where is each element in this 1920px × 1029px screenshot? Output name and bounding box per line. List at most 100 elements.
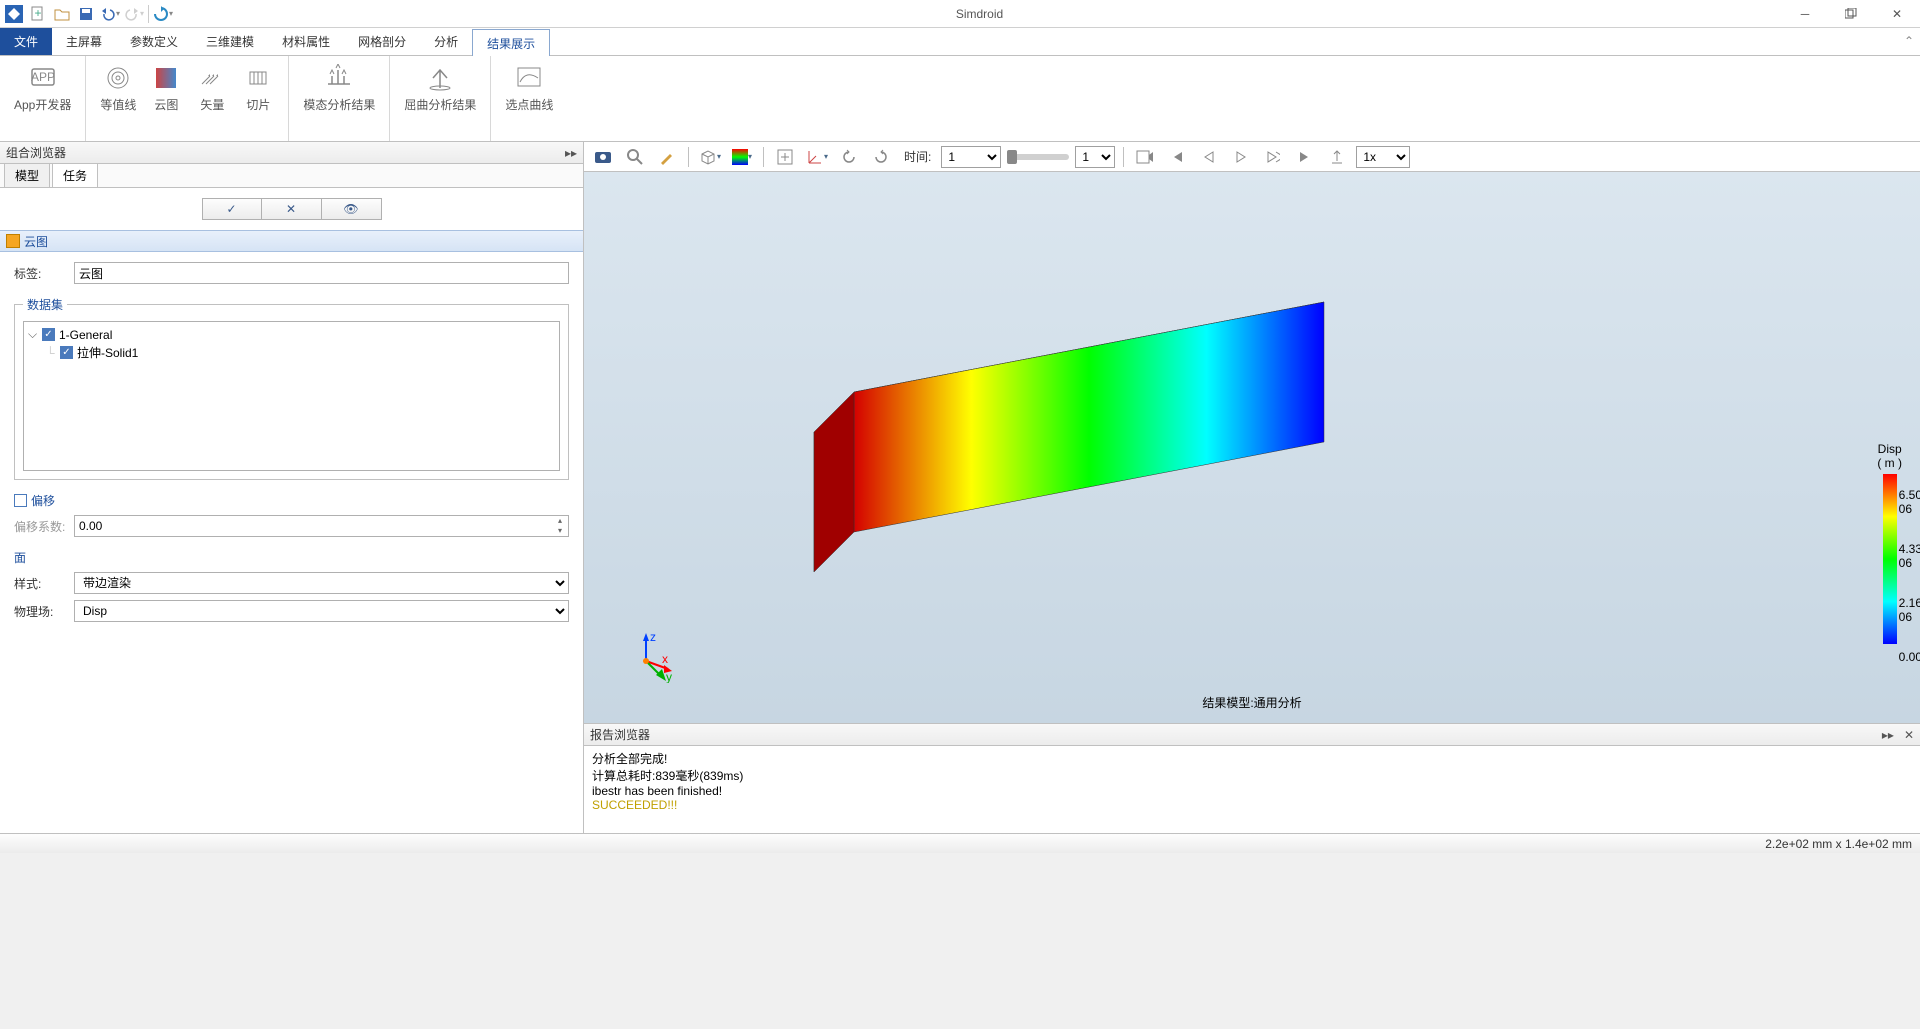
ribbon-group-app: APP App开发器 — [0, 56, 86, 141]
offset-coef-field[interactable] — [75, 519, 552, 533]
first-icon[interactable] — [1164, 145, 1190, 169]
record-icon[interactable] — [1132, 145, 1158, 169]
svg-text:z: z — [650, 633, 656, 644]
menu-material[interactable]: 材料属性 — [268, 28, 344, 55]
speed-select[interactable]: 1x — [1356, 146, 1410, 168]
ribbon-label: 选点曲线 — [505, 96, 553, 113]
refresh-icon[interactable]: ▾ — [153, 4, 173, 24]
buckle-result-button[interactable]: 屈曲分析结果 — [398, 60, 482, 115]
view-toolbar: ▾ ▾ ▾ 时间: 1 1 1x — [584, 142, 1920, 172]
time-slider[interactable] — [1007, 154, 1069, 160]
tree-caret-icon[interactable]: ⌵ — [28, 327, 38, 342]
tab-task[interactable]: 任务 — [52, 163, 98, 187]
brush-icon[interactable] — [654, 145, 680, 169]
close-button[interactable]: ✕ — [1874, 0, 1920, 28]
menu-home[interactable]: 主屏幕 — [52, 28, 116, 55]
app-developer-button[interactable]: APP App开发器 — [8, 60, 77, 115]
label-caption: 标签: — [14, 265, 66, 282]
spin-up-icon[interactable]: ▴ — [552, 516, 568, 526]
svg-text:+: + — [34, 6, 41, 20]
style-select[interactable]: 带边渲染 — [74, 572, 569, 594]
cloud-button[interactable]: 云图 — [144, 60, 188, 115]
modal-result-button[interactable]: 模态分析结果 — [297, 60, 381, 115]
report-title: 报告浏览器 — [590, 726, 650, 743]
titlebar: + ▾ ▾ ▾ Simdroid ─ ✕ — [0, 0, 1920, 28]
axes-icon[interactable]: ▾ — [804, 145, 830, 169]
menu-mesh[interactable]: 网格剖分 — [344, 28, 420, 55]
cube-icon[interactable]: ▾ — [697, 145, 723, 169]
menu-3dmodel[interactable]: 三维建模 — [192, 28, 268, 55]
preview-button[interactable]: 👁 — [322, 198, 382, 220]
label-input[interactable] — [74, 262, 569, 284]
spin-down-icon[interactable]: ▾ — [552, 526, 568, 536]
tree-label: 拉伸-Solid1 — [77, 344, 138, 361]
ribbon-collapse-icon[interactable]: ⌃ — [1904, 34, 1914, 48]
contour-icon — [102, 62, 134, 94]
rotate-left-icon[interactable] — [836, 145, 862, 169]
ribbon-group-plots: 等值线 云图 矢量 切片 — [86, 56, 289, 141]
report-close-icon[interactable]: ✕ — [1904, 728, 1914, 742]
colormap-icon[interactable]: ▾ — [729, 145, 755, 169]
next-icon[interactable] — [1260, 145, 1286, 169]
offset-coef-input[interactable]: ▴▾ — [74, 515, 569, 537]
report-header: 报告浏览器 ▸▸ ✕ — [584, 724, 1920, 746]
dataset-tree[interactable]: ⌵ ✓ 1-General └ ✓ 拉伸-Solid1 — [23, 321, 560, 471]
offset-checkbox[interactable] — [14, 494, 27, 507]
ribbon-label: 云图 — [154, 96, 178, 113]
tree-label: 1-General — [59, 328, 112, 342]
time-select[interactable]: 1 — [941, 146, 1001, 168]
minimize-button[interactable]: ─ — [1782, 0, 1828, 28]
menu-analysis[interactable]: 分析 — [420, 28, 472, 55]
tree-checkbox[interactable]: ✓ — [60, 346, 73, 359]
tree-checkbox[interactable]: ✓ — [42, 328, 55, 341]
report-body[interactable]: 分析全部完成! 计算总耗时:839毫秒(839ms) ibestr has be… — [584, 746, 1920, 833]
cancel-button[interactable]: ✕ — [262, 198, 322, 220]
buckle-icon — [424, 62, 456, 94]
camera-icon[interactable] — [590, 145, 616, 169]
tree-leaf-icon: └ — [46, 346, 56, 360]
contour-button[interactable]: 等值线 — [94, 60, 142, 115]
tree-item[interactable]: └ ✓ 拉伸-Solid1 — [28, 343, 555, 362]
offset-legend: 偏移 — [31, 492, 55, 509]
fit-icon[interactable] — [772, 145, 798, 169]
pick-curve-button[interactable]: 选点曲线 — [499, 60, 559, 115]
svg-text:APP: APP — [31, 70, 55, 84]
pick-icon — [513, 62, 545, 94]
axes-triad: z x y — [622, 633, 682, 683]
app-icon: APP — [27, 62, 59, 94]
export-icon[interactable] — [1324, 145, 1350, 169]
menu-results[interactable]: 结果展示 — [472, 29, 550, 56]
undo-icon[interactable]: ▾ — [100, 4, 120, 24]
play-icon[interactable] — [1228, 145, 1254, 169]
report-expand-icon[interactable]: ▸▸ — [1882, 728, 1894, 742]
save-icon[interactable] — [76, 4, 96, 24]
zoom-icon[interactable] — [622, 145, 648, 169]
maximize-button[interactable] — [1828, 0, 1874, 28]
menu-file[interactable]: 文件 — [0, 28, 52, 55]
new-icon[interactable]: + — [28, 4, 48, 24]
slice-button[interactable]: 切片 — [236, 60, 280, 115]
statusbar: 2.2e+02 mm x 1.4e+02 mm — [0, 833, 1920, 853]
tree-item[interactable]: ⌵ ✓ 1-General — [28, 326, 555, 343]
open-icon[interactable] — [52, 4, 72, 24]
prev-icon[interactable] — [1196, 145, 1222, 169]
vector-button[interactable]: 矢量 — [190, 60, 234, 115]
color-legend: Disp ( m ) 6.508e-06 4.339e-06 2.169e-06… — [1877, 442, 1902, 644]
confirm-button[interactable]: ✓ — [202, 198, 262, 220]
panel-collapse-icon[interactable]: ▸▸ — [565, 146, 577, 160]
last-icon[interactable] — [1292, 145, 1318, 169]
face-fieldset: 面 样式: 带边渲染 物理场: Disp — [14, 549, 569, 622]
legend-tick: 0.000e+00 — [1899, 650, 1920, 664]
tab-model[interactable]: 模型 — [4, 163, 50, 187]
logo-icon[interactable] — [4, 4, 24, 24]
ribbon-group-pick: 选点曲线 — [491, 56, 567, 141]
ribbon-label: 模态分析结果 — [303, 96, 375, 113]
field-select[interactable]: Disp — [74, 600, 569, 622]
menu-params[interactable]: 参数定义 — [116, 28, 192, 55]
redo-icon[interactable]: ▾ — [124, 4, 144, 24]
rotate-right-icon[interactable] — [868, 145, 894, 169]
viewport-3d[interactable]: Disp ( m ) 6.508e-06 4.339e-06 2.169e-06… — [584, 172, 1920, 723]
left-panel: 组合浏览器 ▸▸ 模型 任务 ✓ ✕ 👁 云图 标签: 数据集 — [0, 142, 584, 833]
ribbon-label: 矢量 — [200, 96, 224, 113]
frame-select[interactable]: 1 — [1075, 146, 1115, 168]
